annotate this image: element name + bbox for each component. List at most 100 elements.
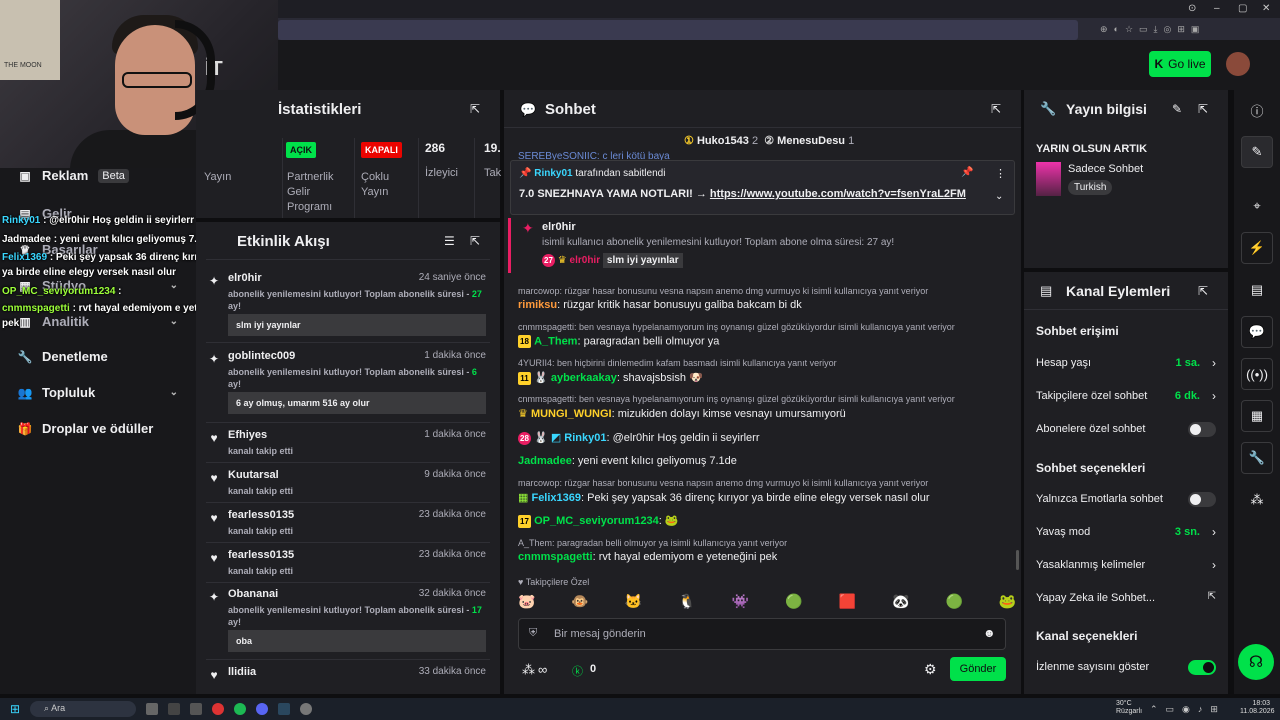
chat-username[interactable]: Jadmadee [518, 455, 572, 467]
chat-username[interactable]: rimiksu [518, 299, 557, 311]
focus-icon[interactable]: ⌖ [1241, 190, 1273, 222]
app-icon[interactable] [190, 703, 202, 715]
chevron-down-icon[interactable]: ⌄ [995, 191, 1003, 202]
send-button[interactable]: Gönder [950, 657, 1006, 681]
chevron-right-icon[interactable]: › [1212, 525, 1216, 539]
more-icon[interactable]: ⋮ [995, 167, 1006, 180]
popout-icon[interactable]: ⇱ [1198, 102, 1208, 116]
edit-pencil-icon[interactable]: ✎ [1241, 136, 1273, 168]
slow-mode-label[interactable]: Yavaş mod [1036, 526, 1090, 538]
edit-pencil-icon[interactable]: ✎ [1172, 102, 1182, 116]
stream-info-panel: 🔧 Yayın bilgisi ✎ ⇱ YARIN OLSUN ARTIK Sa… [1024, 90, 1228, 268]
emoji-picker-icon[interactable]: ☻ [983, 626, 996, 640]
filter-icon[interactable]: ☰ [444, 234, 455, 248]
taskbar-search[interactable]: ⌕ Ara [30, 701, 136, 717]
activity-username[interactable]: fearless0135 [228, 549, 294, 561]
activity-username[interactable]: Efhiyes [228, 429, 267, 441]
points-icon[interactable]: ⁂ [1241, 484, 1273, 516]
stats-panel: İstatistikleri ⇱ Yayın AÇIK Partnerlik G… [196, 90, 501, 218]
go-live-button[interactable]: K Go live [1149, 51, 1211, 77]
chat-username[interactable]: OP_MC_seviyorum1234 [534, 515, 659, 527]
user-avatar[interactable] [1226, 52, 1250, 76]
banned-words-label[interactable]: Yasaklanmış kelimeler [1036, 559, 1145, 571]
resub-icon: ✦ [208, 274, 220, 288]
file-explorer-icon[interactable] [146, 703, 158, 715]
activity-title: Etkinlik Akışı [237, 233, 330, 250]
close-icon[interactable]: ✕ [1262, 3, 1270, 14]
profile-icon[interactable]: ⊙ [1188, 3, 1196, 14]
chat-username[interactable]: cnmmspagetti [518, 551, 593, 563]
activity-desc: abonelik yenilemesini kutluyor! Toplam a… [228, 367, 477, 389]
gifter-name[interactable]: MenesuDesu [777, 135, 845, 147]
unpin-icon[interactable]: 📌 [961, 167, 973, 178]
gifter-name[interactable]: Huko1543 [697, 135, 749, 147]
minimize-icon[interactable]: – [1214, 3, 1220, 14]
show-viewers-toggle[interactable] [1188, 660, 1216, 675]
steam-icon[interactable] [278, 703, 290, 715]
activity-username[interactable]: Kuutarsal [228, 469, 279, 481]
account-age-label[interactable]: Hesap yaşı [1036, 357, 1091, 369]
chat-username[interactable]: A_Them [534, 335, 577, 347]
app-icon[interactable] [300, 703, 312, 715]
activity-username[interactable]: elr0hir [228, 272, 262, 284]
activity-username[interactable]: llidiia [228, 666, 256, 678]
discord-icon[interactable] [256, 703, 268, 715]
spotify-icon[interactable] [234, 703, 246, 715]
broadcast-icon[interactable]: ((•)) [1241, 358, 1273, 390]
pinned-user[interactable]: Rinky01 [534, 168, 572, 179]
category-thumbnail[interactable] [1036, 162, 1061, 196]
ai-chat-label[interactable]: Yapay Zeka ile Sohbet... [1036, 592, 1155, 604]
chevron-right-icon[interactable]: › [1212, 558, 1216, 572]
activity-username[interactable]: Obananai [228, 588, 278, 600]
windows-start-icon[interactable]: ⊞ [10, 702, 20, 716]
wrench-icon[interactable]: 🔧 [1241, 442, 1273, 474]
popout-icon[interactable]: ⇱ [470, 234, 480, 248]
address-bar[interactable] [278, 20, 1078, 40]
chat-icon[interactable]: 💬 [1241, 316, 1273, 348]
popout-icon[interactable]: ⇱ [470, 102, 480, 116]
overlay-chat-line: Felix1369 : Peki şey yapsak 36 direnç kı… [2, 252, 213, 263]
popout-icon[interactable]: ⇱ [1198, 284, 1208, 298]
activity-username[interactable]: fearless0135 [228, 509, 294, 521]
browser-extension-icons[interactable]: ⊕◐☆▭⤓◎⊞▣ [1100, 24, 1205, 35]
tray-icons[interactable]: ⌃▭◉♪⊞ [1150, 704, 1226, 715]
maximize-icon[interactable]: ▢ [1238, 3, 1247, 14]
emote-only-toggle[interactable] [1188, 492, 1216, 507]
app-icon[interactable] [168, 703, 180, 715]
sidebar-item-droplar[interactable]: 🎁 Droplar ve ödüller [18, 421, 178, 436]
subs-chat-toggle[interactable] [1188, 422, 1216, 437]
weather-widget[interactable]: 30°C Rüzgarlı [1116, 700, 1142, 716]
layout-icon[interactable]: ▦ [1241, 400, 1273, 432]
lightning-icon[interactable]: ⚡ [1241, 232, 1273, 264]
sidebar-item-topluluk[interactable]: 👥 Topluluk ⌄ [18, 385, 178, 400]
sidebar-item-reklam[interactable]: ▣ Reklam Beta [18, 168, 178, 183]
info-icon[interactable]: ⓘ [1241, 94, 1273, 126]
chat-username[interactable]: ayberkaakay [551, 372, 617, 384]
pinned-link[interactable]: https://www.youtube.com/watch?v=fsenYraL… [710, 188, 966, 200]
divider [206, 422, 490, 423]
clock[interactable]: 18:03 11.08.2026 [1240, 700, 1275, 716]
followers-chat-label[interactable]: Takipçilere özel sohbet [1036, 390, 1147, 402]
channel-points-icon[interactable]: ⁂ [522, 662, 535, 678]
category-name[interactable]: Sadece Sohbet [1068, 163, 1143, 175]
chevron-right-icon[interactable]: › [1212, 389, 1216, 403]
sidebar-item-denetleme[interactable]: 🔧 Denetleme [18, 349, 178, 364]
browser-icon[interactable] [212, 703, 224, 715]
activity-username[interactable]: goblintec009 [228, 350, 295, 362]
chevron-right-icon[interactable]: › [1212, 356, 1216, 370]
chat-username[interactable]: elr0hir [570, 255, 601, 266]
external-link-icon[interactable]: ⇱ [1208, 591, 1216, 602]
help-support-icon[interactable]: ☊ [1238, 644, 1274, 680]
chat-username[interactable]: MUNGI_WUNGI [531, 408, 612, 420]
chat-scrollbar[interactable] [1016, 550, 1019, 570]
chat-username[interactable]: Felix1369 [531, 492, 581, 504]
chat-username[interactable]: Rinky01 [564, 432, 606, 444]
document-icon[interactable]: ▤ [1241, 274, 1273, 306]
settings-gear-icon[interactable]: ⚙ [924, 661, 937, 678]
popout-icon[interactable]: ⇱ [991, 102, 1001, 116]
emote-bar[interactable]: 🐷🐵🐱🐧👾🟢🟥🐼🟢🐸 [518, 593, 1052, 610]
sidebar-item-analitik[interactable]: ▥ Analitik ⌄ [18, 314, 178, 329]
infinity-icon[interactable]: ∞ [538, 662, 547, 677]
resub-user[interactable]: elr0hir [542, 221, 576, 233]
chat-input[interactable]: ⛨ Bir mesaj gönderin ☻ [518, 618, 1006, 650]
